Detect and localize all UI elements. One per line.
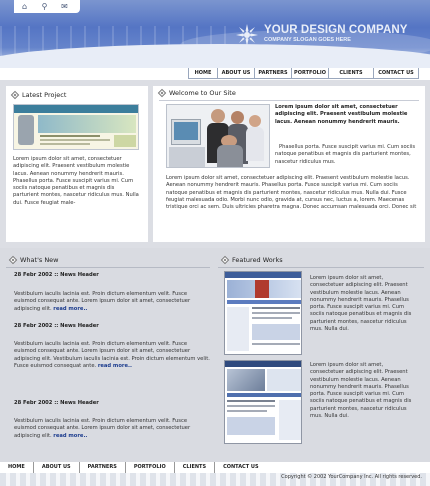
- welcome-lead-text: Lorem ipsum dolor sit amet, consectetuer…: [275, 104, 419, 126]
- footer-nav-clients[interactable]: CLIENTS: [175, 462, 216, 473]
- logo-icon: [236, 24, 258, 46]
- news-date: 28 Febr 2002 :: News Header: [14, 400, 99, 406]
- nav-about-us[interactable]: ABOUT US: [217, 68, 255, 79]
- header: ⌂ ⚲ ✉ YOUR DESIGN COMPANY COMPANY SLOGAN…: [0, 0, 430, 68]
- whats-new-heading: What's New: [8, 254, 59, 266]
- welcome-panel: Welcome to Our Site Lorem ipsum dolor si…: [153, 86, 425, 242]
- news-text: Vestibulum iaculis lacinia est. Proin di…: [14, 291, 210, 313]
- copyright-text: Copyright © 2002 YourCompany Inc. All ri…: [281, 474, 422, 480]
- mail-icon[interactable]: ✉: [60, 2, 69, 11]
- footer-nav-partners[interactable]: PARTNERS: [80, 462, 126, 473]
- news-item: 28 Febr 2002 :: News Header Vestibulum i…: [14, 400, 210, 440]
- featured-work-thumbnail[interactable]: [224, 360, 302, 444]
- utility-bar: ⌂ ⚲ ✉: [14, 0, 80, 13]
- diamond-bullet-icon: [8, 255, 18, 265]
- whats-new-title: What's New: [20, 256, 59, 264]
- news-body: Vestibulum iaculis lacinia est. Proin di…: [14, 291, 191, 312]
- news-item: 28 Febr 2002 :: News Header Vestibulum i…: [14, 272, 210, 313]
- nav-partners[interactable]: PARTNERS: [254, 68, 292, 79]
- welcome-heading: Welcome to Our Site: [157, 87, 236, 99]
- featured-work-text: Lorem ipsum dolor sit amet, consectetuer…: [310, 275, 412, 333]
- footer-nav-home[interactable]: HOME: [0, 462, 34, 473]
- footer-nav-portfolio[interactable]: PORTFOLIO: [126, 462, 175, 473]
- footer-nav-contact-us[interactable]: CONTACT US: [215, 462, 266, 473]
- nav-contact-us[interactable]: CONTACT US: [373, 68, 419, 79]
- read-more-link[interactable]: read more..: [98, 363, 132, 369]
- news-text: Vestibulum iaculis lacinia est. Proin di…: [14, 341, 210, 370]
- brand-name: YOUR DESIGN COMPANY: [264, 24, 408, 36]
- diamond-bullet-icon: [157, 88, 167, 98]
- news-body: Vestibulum iaculis lacinia est. Proin di…: [14, 418, 191, 439]
- read-more-link[interactable]: read more..: [53, 306, 87, 312]
- welcome-lead: Lorem ipsum dolor sit amet, consectetuer…: [275, 104, 408, 125]
- featured-works-heading: Featured Works: [220, 254, 283, 266]
- news-item: 28 Febr 2002 :: News Header Vestibulum i…: [14, 323, 210, 370]
- latest-project-panel: Latest Project Lorem ipsum dolor sit ame…: [6, 86, 148, 242]
- latest-project-text: Lorem ipsum dolor sit amet, consectetuer…: [13, 156, 139, 206]
- home-icon[interactable]: ⌂: [20, 2, 29, 11]
- diamond-bullet-icon: [10, 90, 20, 100]
- latest-project-title: Latest Project: [22, 91, 67, 99]
- latest-project-image[interactable]: [13, 104, 139, 150]
- company-slogan: COMPANY SLOGAN GOES HERE: [264, 37, 351, 43]
- read-more-link[interactable]: read more..: [53, 433, 87, 439]
- nav-home[interactable]: HOME: [188, 68, 218, 79]
- welcome-body-text: Lorem ipsum dolor sit amet, consectetuer…: [166, 175, 417, 211]
- featured-works-title: Featured Works: [232, 256, 283, 264]
- footer-navigation: HOME ABOUT US PARTNERS PORTFOLIO CLIENTS…: [0, 462, 430, 473]
- nav-clients[interactable]: CLIENTS: [328, 68, 374, 79]
- welcome-title: Welcome to Our Site: [169, 89, 236, 97]
- latest-project-heading: Latest Project: [10, 89, 67, 101]
- featured-work-text: Lorem ipsum dolor sit amet, consectetuer…: [310, 362, 412, 420]
- search-icon[interactable]: ⚲: [40, 2, 49, 11]
- news-text: Vestibulum iaculis lacinia est. Proin di…: [14, 418, 210, 440]
- news-date: 28 Febr 2002 :: News Header: [14, 272, 99, 278]
- footer-nav-about-us[interactable]: ABOUT US: [34, 462, 80, 473]
- top-navigation: HOME ABOUT US PARTNERS PORTFOLIO CLIENTS…: [188, 68, 419, 79]
- welcome-side-text: Phasellus porta. Fusce suscipit varius m…: [275, 144, 416, 165]
- divider: [159, 100, 419, 101]
- nav-portfolio[interactable]: PORTFOLIO: [291, 68, 329, 79]
- divider: [6, 267, 210, 268]
- diamond-bullet-icon: [220, 255, 230, 265]
- divider: [218, 267, 424, 268]
- team-photo: [166, 104, 270, 168]
- news-date: 28 Febr 2002 :: News Header: [14, 323, 99, 329]
- featured-work-thumbnail[interactable]: [224, 271, 302, 355]
